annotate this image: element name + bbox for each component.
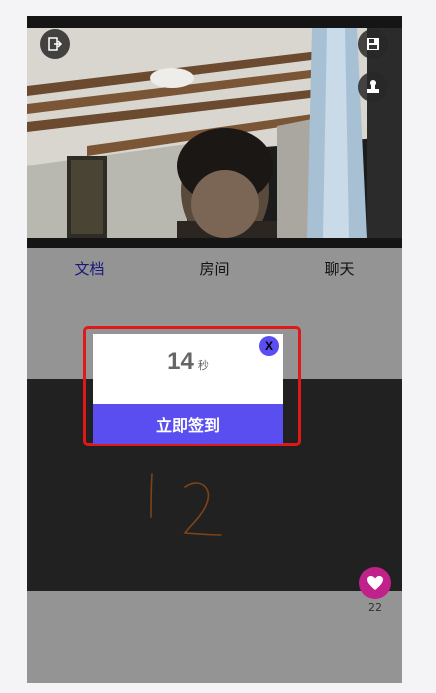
checkin-dialog: 14 秒 X 立即签到	[93, 334, 283, 444]
stamp-icon	[367, 80, 379, 93]
exit-button[interactable]	[40, 29, 70, 59]
close-button[interactable]: X	[259, 336, 279, 356]
save-icon	[367, 38, 379, 50]
countdown-value: 14	[167, 348, 194, 375]
video-feed	[27, 16, 402, 248]
like-button[interactable]	[359, 567, 391, 599]
heart-icon	[367, 576, 383, 590]
checkin-button[interactable]: 立即签到	[93, 404, 283, 444]
modal-overlay	[27, 248, 402, 683]
countdown-unit: 秒	[197, 359, 209, 372]
video-frame	[27, 16, 402, 248]
like-count: 22	[368, 601, 382, 614]
save-button[interactable]	[358, 29, 388, 59]
stamp-button[interactable]	[358, 72, 388, 102]
exit-icon	[48, 37, 63, 51]
countdown: 14 秒	[93, 348, 283, 376]
